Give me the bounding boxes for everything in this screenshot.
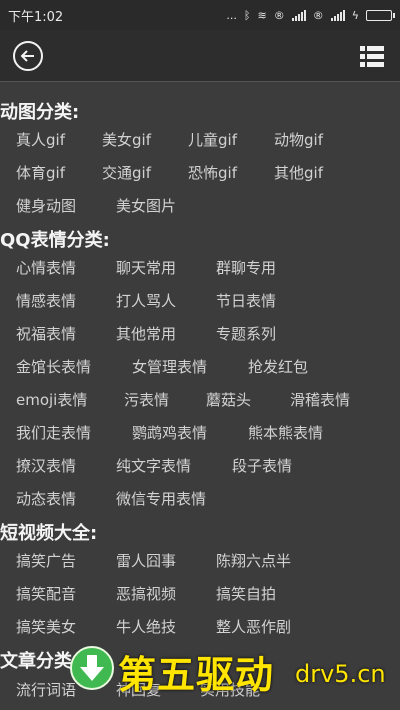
category-list: 动图分类: 真人gif 美女gif 儿童gif 动物gif 体育gif 交通gi… [0, 83, 400, 710]
tag-item[interactable]: 抢发红包 [248, 356, 308, 377]
signal2-icon [330, 9, 345, 21]
wifi-icon: ≋ [257, 8, 267, 22]
status-icons: ... ᛒ ≋ ® ® ϟ [226, 8, 395, 22]
tag-item[interactable]: 动物gif [274, 129, 323, 150]
category-title: 动图分类: [0, 102, 80, 123]
tag-item[interactable]: 滑稽表情 [290, 389, 350, 410]
back-button[interactable] [13, 41, 43, 71]
back-arrow-icon [20, 50, 34, 62]
tag-item[interactable]: 女管理表情 [132, 356, 207, 377]
menu-button[interactable] [360, 46, 384, 68]
sim1-badge-icon: ® [273, 8, 285, 22]
app-bar [0, 30, 400, 82]
tag-item[interactable]: 儿童gif [188, 129, 237, 150]
tag-item[interactable]: 雷人囧事 [116, 550, 176, 571]
category-title: QQ表情分类: [0, 230, 110, 251]
tag-item[interactable]: 污表情 [124, 389, 169, 410]
watermark-title: 第五驱动 [118, 653, 275, 697]
tag-item[interactable]: 专题系列 [216, 323, 276, 344]
battery-icon [366, 9, 395, 21]
tag-item[interactable]: emoji表情 [16, 389, 87, 410]
tag-item[interactable]: 交通gif [102, 162, 151, 183]
tag-item[interactable]: 聊天常用 [116, 257, 176, 278]
tag-item[interactable]: 心情表情 [16, 257, 76, 278]
tag-item[interactable]: 美女图片 [116, 195, 176, 216]
tag-item[interactable]: 搞笑自拍 [216, 583, 276, 604]
category-title: 短视频大全: [0, 523, 98, 544]
tag-item[interactable]: 搞笑美女 [16, 616, 76, 637]
signal-icon [291, 9, 306, 21]
tag-item[interactable]: 熊本熊表情 [248, 422, 323, 443]
status-bar: 下午1:02 ... ᛒ ≋ ® ® ϟ [0, 0, 400, 30]
tag-item[interactable]: 整人恶作剧 [216, 616, 291, 637]
watermark-site: drv5.cn [295, 660, 386, 688]
tag-item[interactable]: 鹦鹉鸡表情 [132, 422, 207, 443]
tag-item[interactable]: 金馆长表情 [16, 356, 91, 377]
tag-item[interactable]: 节日表情 [216, 290, 276, 311]
tag-item[interactable]: 群聊专用 [216, 257, 276, 278]
tag-item[interactable]: 情感表情 [16, 290, 76, 311]
tag-item[interactable]: 搞笑配音 [16, 583, 76, 604]
tag-item[interactable]: 撩汉表情 [16, 455, 76, 476]
tag-item[interactable]: 动态表情 [16, 488, 76, 509]
download-arrow-icon [70, 646, 114, 690]
charging-icon: ϟ [351, 8, 359, 22]
tag-item[interactable]: 恶搞视频 [116, 583, 176, 604]
tag-item[interactable]: 我们走表情 [16, 422, 91, 443]
tag-item[interactable]: 健身动图 [16, 195, 76, 216]
tag-item[interactable]: 搞笑广告 [16, 550, 76, 571]
tag-item[interactable]: 体育gif [16, 162, 65, 183]
tag-item[interactable]: 流行词语 [16, 679, 76, 700]
tag-item[interactable]: 段子表情 [232, 455, 292, 476]
more-dots-icon: ... [226, 8, 237, 22]
status-time: 下午1:02 [8, 9, 64, 25]
tag-item[interactable]: 纯文字表情 [116, 455, 191, 476]
category-title: 文章分类 [0, 651, 72, 672]
tag-item[interactable]: 恐怖gif [188, 162, 237, 183]
tag-item[interactable]: 陈翔六点半 [216, 550, 291, 571]
tag-item[interactable]: 真人gif [16, 129, 65, 150]
site-watermark: 第五驱动 drv5.cn [70, 640, 400, 700]
tag-item[interactable]: 其他常用 [116, 323, 176, 344]
bluetooth-icon: ᛒ [243, 8, 251, 22]
tag-item[interactable]: 其他gif [274, 162, 323, 183]
tag-item[interactable]: 美女gif [102, 129, 151, 150]
tag-item[interactable]: 祝福表情 [16, 323, 76, 344]
tag-item[interactable]: 微信专用表情 [116, 488, 206, 509]
tag-item[interactable]: 蘑菇头 [206, 389, 251, 410]
list-menu-icon [360, 46, 384, 67]
sim2-badge-icon: ® [312, 8, 324, 22]
tag-item[interactable]: 牛人绝技 [116, 616, 176, 637]
tag-item[interactable]: 打人骂人 [116, 290, 176, 311]
